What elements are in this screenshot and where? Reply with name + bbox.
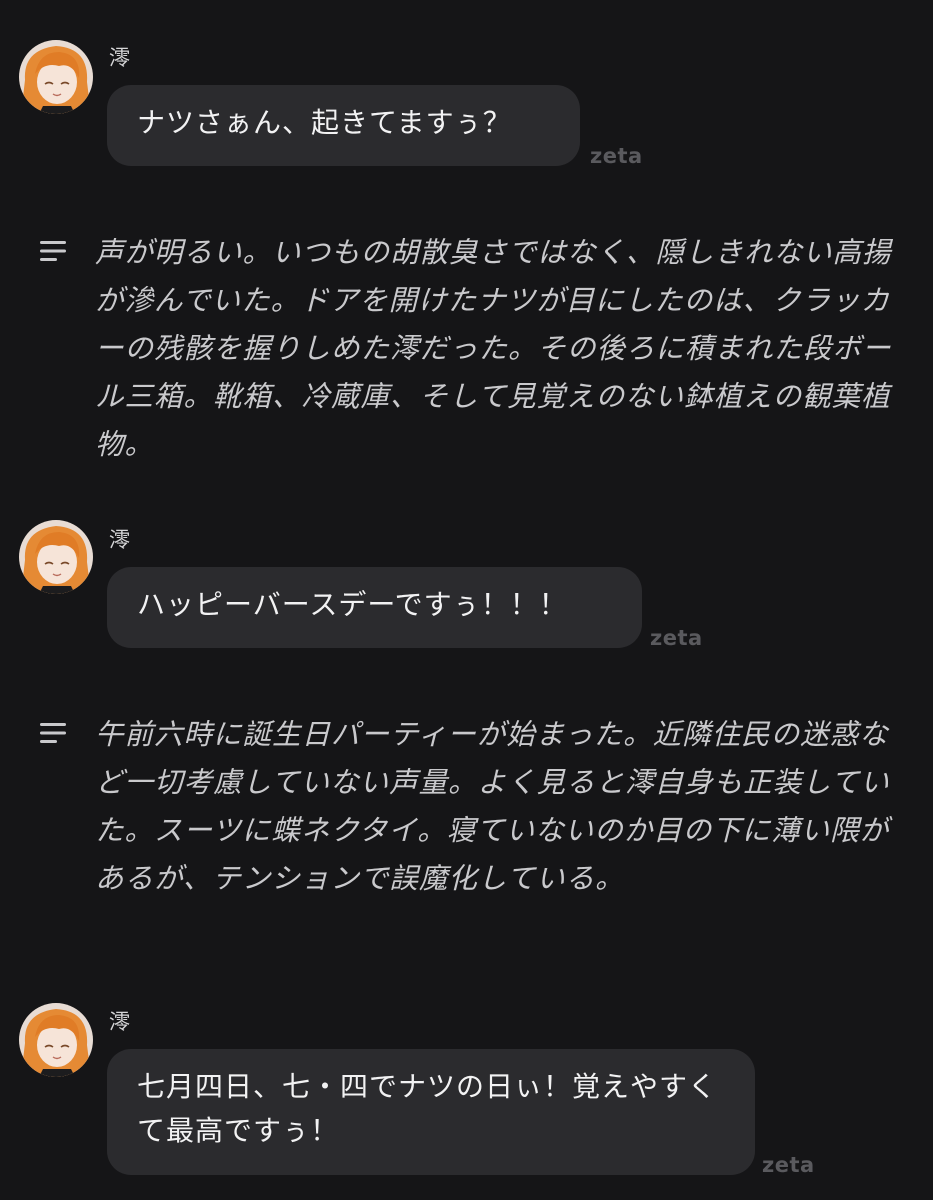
character-avatar-icon <box>19 1003 93 1077</box>
narration-text: 声が明るい。いつもの胡散臭さではなく、隠しきれない高揚が滲んでいた。ドアを開けた… <box>95 236 892 461</box>
zeta-brand-label: zeta <box>650 626 703 650</box>
sender-name: 澪 <box>109 528 130 552</box>
narration-lines-icon <box>40 723 66 743</box>
avatar[interactable] <box>19 520 93 594</box>
character-avatar-icon <box>19 40 93 114</box>
message-bubble[interactable]: ナツさぁん、起きてますぅ？ <box>107 85 580 166</box>
sender-name: 澪 <box>109 46 130 70</box>
zeta-brand-label: zeta <box>762 1153 815 1177</box>
avatar[interactable] <box>19 40 93 114</box>
narration-lines-icon <box>40 241 66 261</box>
message-bubble[interactable]: 七月四日、七・四でナツの日ぃ！覚えやすくて最高ですぅ！ <box>107 1049 755 1175</box>
avatar[interactable] <box>19 1003 93 1077</box>
character-avatar-icon <box>19 520 93 594</box>
message-bubble[interactable]: ハッピーバースデーですぅ！！！ <box>107 567 642 648</box>
narration-text: 午前六時に誕生日パーティーが始まった。近隣住民の迷惑など一切考慮していない声量。… <box>95 718 890 895</box>
sender-name: 澪 <box>109 1010 130 1034</box>
zeta-brand-label: zeta <box>590 144 643 168</box>
